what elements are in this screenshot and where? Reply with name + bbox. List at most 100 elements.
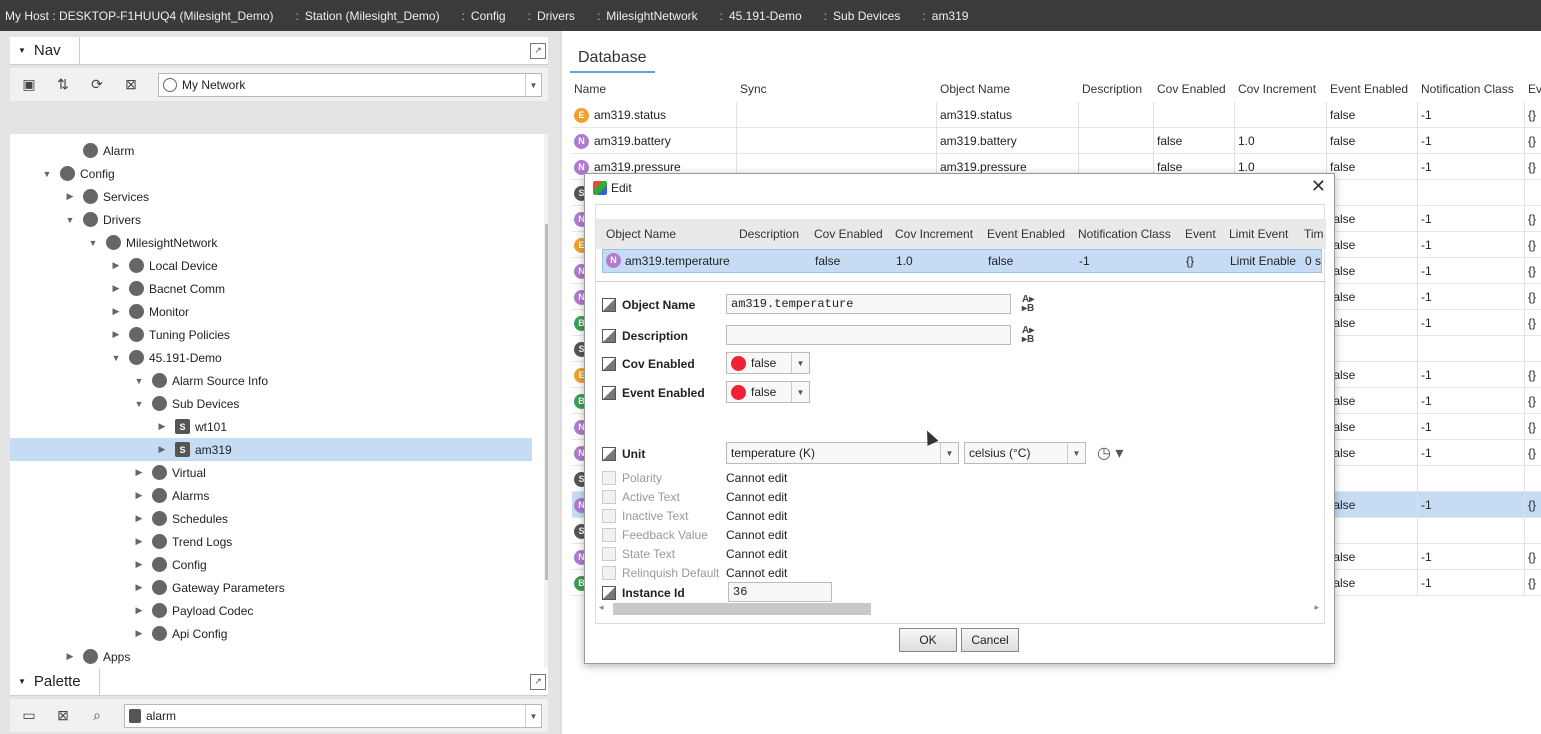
chevron-down-icon[interactable]: ▼ — [1067, 443, 1085, 463]
collapse-triangle-icon[interactable]: ▼ — [18, 677, 26, 686]
collapsed-arrow-icon[interactable]: ▶ — [111, 260, 121, 271]
column-header[interactable]: Object Name — [940, 77, 1010, 101]
breadcrumb-item[interactable]: : Drivers — [528, 9, 575, 23]
column-header[interactable]: Ev — [1528, 77, 1541, 101]
scrollbar-thumb[interactable] — [613, 603, 871, 615]
expanded-arrow-icon[interactable]: ▼ — [134, 399, 144, 409]
nav-combo[interactable]: My Network ▼ — [158, 73, 542, 97]
dialog-titlebar[interactable]: Edit ✕ — [585, 174, 1334, 202]
tree-node[interactable]: Alarm — [10, 139, 532, 162]
tree-node[interactable]: ▶ Api Config — [10, 622, 532, 645]
palette-combo[interactable]: alarm ▼ — [124, 704, 542, 728]
collapsed-arrow-icon[interactable]: ▶ — [65, 651, 75, 662]
sync-arrows-icon[interactable]: ⇅ — [52, 74, 74, 96]
scrollbar-thumb[interactable] — [545, 224, 548, 580]
tree-node[interactable]: ▶ Schedules — [10, 507, 532, 530]
tree-node[interactable]: ▼ Sub Devices — [10, 392, 532, 415]
tree-scrollbar[interactable] — [544, 134, 548, 694]
chevron-down-icon[interactable]: ▼ — [525, 74, 541, 96]
tree-node[interactable]: ▶ Payload Codec — [10, 599, 532, 622]
column-header[interactable]: Notification Class — [1078, 219, 1171, 249]
tree-node[interactable]: ▼ 45.191-Demo — [10, 346, 532, 369]
cov-enabled-select[interactable]: false ▼ — [726, 352, 810, 374]
breadcrumb-item[interactable]: : Sub Devices — [824, 9, 901, 23]
collapse-triangle-icon[interactable]: ▼ — [18, 46, 26, 55]
tree-node[interactable]: ▶ Local Device — [10, 254, 532, 277]
tree-node[interactable]: ▶ Gateway Parameters — [10, 576, 532, 599]
home-icon[interactable]: ▣ — [18, 74, 40, 96]
chevron-down-icon[interactable]: ▼ — [940, 443, 958, 463]
breadcrumb-item[interactable]: : am319 — [922, 9, 968, 23]
breadcrumb-item[interactable]: : Config — [462, 9, 506, 23]
tree-node[interactable]: ▶ Sam319 — [10, 438, 532, 461]
expanded-arrow-icon[interactable]: ▼ — [65, 215, 75, 225]
tree-node[interactable]: ▶ Apps — [10, 645, 532, 668]
column-header[interactable]: Limit Event — [1229, 219, 1288, 249]
tree-node[interactable]: ▶ Virtual — [10, 461, 532, 484]
collapsed-arrow-icon[interactable]: ▶ — [65, 191, 75, 202]
scroll-left-icon[interactable]: ◂ — [599, 602, 604, 613]
tree-node[interactable]: ▼ Drivers — [10, 208, 532, 231]
column-header[interactable]: Cov Enabled — [814, 219, 883, 249]
collapsed-arrow-icon[interactable]: ▶ — [134, 467, 144, 478]
tab-database[interactable]: Database — [570, 43, 655, 73]
collapsed-arrow-icon[interactable]: ▶ — [157, 421, 167, 432]
collapsed-arrow-icon[interactable]: ▶ — [134, 513, 144, 524]
breadcrumb-item[interactable]: : Station (Milesight_Demo) — [296, 9, 440, 23]
column-header[interactable]: Sync — [740, 77, 767, 101]
horizontal-scrollbar[interactable]: ◂ ▸ — [599, 602, 1319, 615]
tree-node[interactable]: ▶ Alarms — [10, 484, 532, 507]
expanded-arrow-icon[interactable]: ▼ — [88, 238, 98, 248]
column-header[interactable]: Tim — [1304, 219, 1324, 249]
tree-node[interactable]: ▼ Alarm Source Info — [10, 369, 532, 392]
column-header[interactable]: Cov Increment — [895, 219, 973, 249]
description-field[interactable] — [726, 325, 1011, 345]
text-format-icon[interactable]: A▸ ▸B — [1022, 295, 1040, 314]
column-header[interactable]: Cov Increment — [1238, 77, 1316, 101]
column-header[interactable]: Description — [1082, 77, 1142, 101]
maximize-icon[interactable]: ↗ — [530, 674, 546, 690]
column-header[interactable]: Event Enabled — [1330, 77, 1408, 101]
unit-dimension-select[interactable]: temperature (K) ▼ — [726, 442, 959, 464]
close-palette-icon[interactable]: ⊠ — [52, 705, 74, 727]
expanded-arrow-icon[interactable]: ▼ — [111, 353, 121, 363]
collapsed-arrow-icon[interactable]: ▶ — [134, 605, 144, 616]
collapsed-arrow-icon[interactable]: ▶ — [111, 283, 121, 294]
collapsed-arrow-icon[interactable]: ▶ — [134, 582, 144, 593]
expanded-arrow-icon[interactable]: ▼ — [42, 169, 52, 179]
column-header[interactable]: Name — [574, 77, 606, 101]
tree-node[interactable]: ▶ Tuning Policies — [10, 323, 532, 346]
maximize-icon[interactable]: ↗ — [530, 43, 546, 59]
edit-table-row[interactable]: Nam319.temperature false 1.0 false -1 {} Limit… — [602, 249, 1322, 273]
collapsed-arrow-icon[interactable]: ▶ — [111, 329, 121, 340]
tree-node[interactable]: ▶ Bacnet Comm — [10, 277, 532, 300]
collapsed-arrow-icon[interactable]: ▶ — [111, 306, 121, 317]
column-header[interactable]: Cov Enabled — [1157, 77, 1226, 101]
tree-node[interactable]: ▶ Monitor — [10, 300, 532, 323]
column-header[interactable]: Description — [739, 219, 799, 249]
tree-node[interactable]: ▶ Swt101 — [10, 415, 532, 438]
breadcrumb-item[interactable]: : MilesightNetwork — [597, 9, 698, 23]
collapsed-arrow-icon[interactable]: ▶ — [134, 559, 144, 570]
scroll-right-icon[interactable]: ▸ — [1314, 602, 1319, 613]
tree-node[interactable]: ▶ Config — [10, 553, 532, 576]
refresh-icon[interactable]: ⟳ — [86, 74, 108, 96]
event-enabled-select[interactable]: false ▼ — [726, 381, 810, 403]
table-row[interactable]: Eam319.status am319.status false -1{} — [572, 102, 1541, 128]
clock-icon[interactable]: ◷ ▾ — [1097, 443, 1123, 463]
close-icon[interactable]: ✕ — [1311, 176, 1326, 197]
breadcrumb-item[interactable]: My Host : DESKTOP-F1HUUQ4 (Milesight_Dem… — [5, 9, 274, 23]
tree-node[interactable]: ▼ MilesightNetwork — [10, 231, 532, 254]
chevron-down-icon[interactable]: ▼ — [525, 705, 541, 727]
object-name-field[interactable]: am319.temperature — [726, 294, 1011, 314]
search-palette-icon[interactable]: ⌕ — [86, 705, 108, 727]
unit-select[interactable]: celsius (°C) ▼ — [964, 442, 1086, 464]
collapsed-arrow-icon[interactable]: ▶ — [134, 536, 144, 547]
chevron-down-icon[interactable]: ▼ — [791, 353, 809, 373]
ok-button[interactable]: OK — [899, 628, 957, 652]
close-tree-icon[interactable]: ⊠ — [120, 74, 142, 96]
collapsed-arrow-icon[interactable]: ▶ — [157, 444, 167, 455]
text-format-icon[interactable]: A▸ ▸B — [1022, 326, 1040, 345]
tree-node[interactable]: ▶ Trend Logs — [10, 530, 532, 553]
tree-node[interactable]: ▼ Config — [10, 162, 532, 185]
